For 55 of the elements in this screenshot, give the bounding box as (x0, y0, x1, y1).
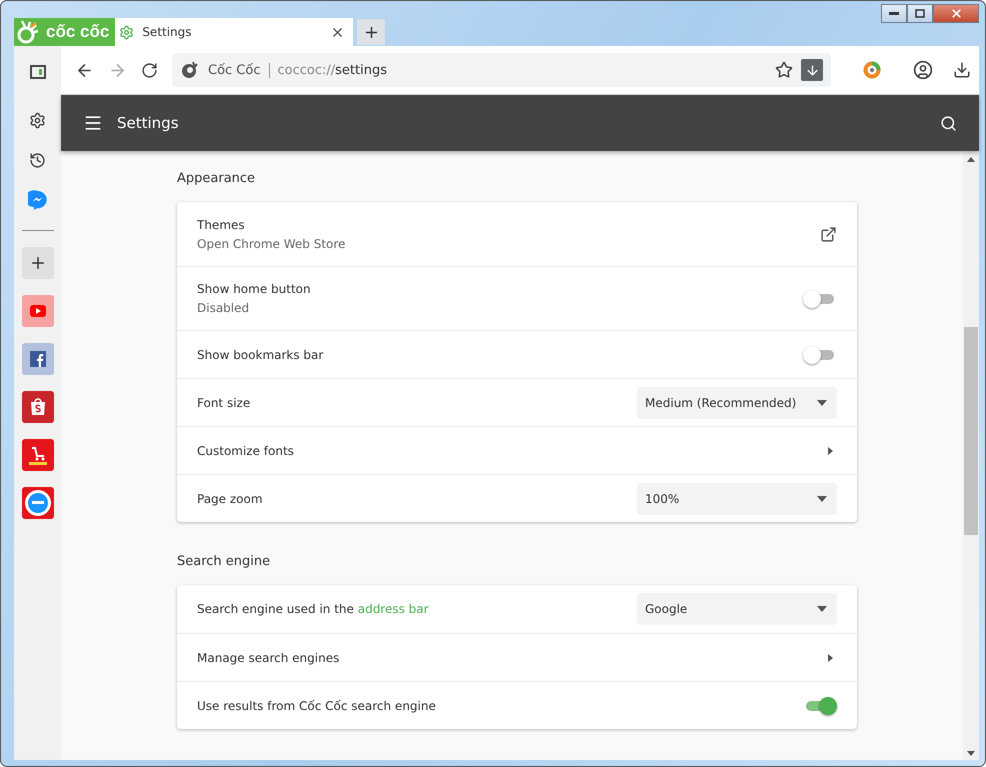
setting-label: Page zoom (197, 492, 264, 506)
scrollbar[interactable] (963, 151, 979, 760)
setting-label: Themes (197, 218, 246, 232)
external-link-icon[interactable] (820, 226, 837, 242)
add-button[interactable] (22, 247, 54, 279)
setting-description: Disabled (197, 301, 250, 315)
setting-label: Search engine used in the address bar (197, 602, 430, 616)
shopping-bag-icon[interactable] (22, 391, 54, 423)
ring-icon[interactable] (863, 61, 881, 79)
f-app-icon[interactable] (22, 343, 54, 375)
caret-icon (817, 606, 827, 612)
chevron-right-icon[interactable] (828, 446, 833, 454)
play-app-icon[interactable] (22, 295, 54, 327)
search-icon[interactable] (940, 114, 957, 132)
page-title: Settings (117, 114, 180, 132)
chevron-right-icon[interactable] (828, 654, 833, 662)
gear-icon[interactable] (29, 112, 46, 128)
setting-label: Customize fonts (197, 444, 295, 458)
setting-description: Open Chrome Web Store (197, 236, 346, 250)
history-icon[interactable] (29, 152, 46, 168)
scroll-up-icon[interactable] (967, 157, 975, 162)
setting-label: Font size (197, 396, 252, 410)
download-button[interactable] (801, 59, 823, 81)
setting-label: Show home button (197, 282, 312, 296)
dropdown[interactable]: Google (637, 593, 837, 625)
cart-app-icon[interactable] (22, 439, 54, 471)
chat-bubble-icon[interactable] (28, 190, 48, 210)
bookmark-star-icon[interactable] (775, 61, 793, 79)
caret-icon (817, 496, 827, 502)
section-title: Search engine (177, 554, 272, 569)
caret-icon (817, 400, 827, 406)
minimize-button[interactable] (881, 4, 907, 23)
browser-logo: cốc cốc (14, 18, 116, 46)
account-icon[interactable] (913, 60, 933, 80)
arrow-down-icon (804, 62, 820, 78)
circle-app-icon[interactable] (22, 487, 54, 519)
setting-label: Show bookmarks bar (197, 348, 324, 362)
minimize-icon (889, 12, 899, 15)
dropdown[interactable]: Medium (Recommended) (637, 386, 837, 418)
setting-label: Manage search engines (197, 650, 340, 664)
scroll-down-icon[interactable] (967, 751, 975, 756)
reload-icon[interactable] (141, 62, 158, 78)
address-field[interactable]: Cốc Cốc coccoc://settings (172, 53, 831, 87)
maximize-button[interactable] (907, 4, 933, 23)
setting-label: Use results from Cốc Cốc search engine (197, 698, 437, 712)
gear-icon (119, 24, 134, 40)
dropdown[interactable]: 100% (637, 482, 837, 514)
section-title: Appearance (177, 171, 256, 186)
maximize-icon (915, 9, 925, 18)
close-button[interactable] (933, 4, 979, 23)
site-logo-icon (180, 60, 200, 80)
download-icon[interactable] (953, 61, 971, 79)
browser-tab[interactable]: Settings (115, 18, 354, 46)
new-tab-button[interactable] (357, 19, 386, 45)
close-icon (950, 7, 962, 20)
